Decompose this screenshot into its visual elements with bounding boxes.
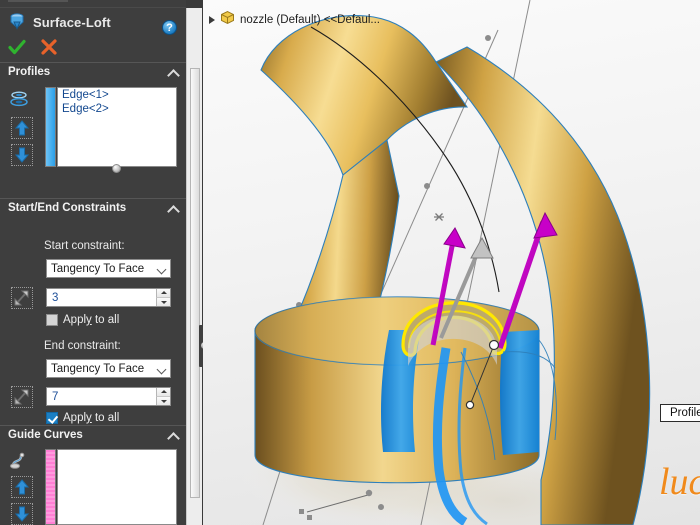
end-tangent-direction-icon[interactable] — [11, 386, 33, 408]
guide-curves-body — [0, 444, 186, 525]
section-guide-curves: Guide Curves — [0, 425, 186, 525]
graphics-viewport[interactable]: nozzle (Default) <<Defaul... Profile luc… — [203, 0, 700, 525]
start-constraint-label: Start constraint: — [44, 240, 125, 252]
start-end-section-header[interactable]: Start/End Constraints — [0, 198, 186, 217]
end-spinner-up[interactable] — [156, 388, 170, 397]
start-tangent-length-value: 3 — [52, 291, 59, 304]
solidworks-window: Surface-Loft ? Profiles Edge<1> Edge<2> … — [0, 0, 700, 525]
profiles-selection-color-bar — [45, 87, 56, 167]
end-constraint-dropdown[interactable]: Tangency To Face — [46, 359, 171, 378]
guide-curve-icon — [8, 450, 30, 472]
end-spinner-buttons[interactable] — [156, 388, 170, 405]
start-spinner-up[interactable] — [156, 289, 170, 298]
profiles-loft-icon — [8, 89, 30, 111]
chevron-up-icon-start-end[interactable] — [167, 202, 180, 215]
profiles-body: Edge<1> Edge<2> — [0, 81, 186, 173]
profiles-listbox[interactable]: Edge<1> Edge<2> — [57, 87, 177, 167]
guide-curves-move-up-button[interactable] — [11, 476, 33, 498]
profiles-move-down-button[interactable] — [11, 144, 33, 166]
start-end-body: Start constraint: Tangency To Face 3 App… — [0, 217, 186, 445]
callout-leader-endpoint — [465, 400, 475, 410]
list-item[interactable]: Edge<1> — [58, 88, 176, 102]
surface-loft-icon — [8, 13, 26, 31]
property-manager-panel: Surface-Loft ? Profiles Edge<1> Edge<2> … — [0, 0, 186, 525]
chevron-down-icon-end-constraint — [154, 360, 170, 377]
start-tangent-direction-icon[interactable] — [11, 287, 33, 309]
guide-curves-selection-color-bar — [45, 449, 56, 525]
section-profiles: Profiles Edge<1> Edge<2> — [0, 62, 186, 173]
cancel-button[interactable] — [40, 38, 58, 56]
profiles-section-header[interactable]: Profiles — [0, 62, 186, 81]
panel-tab-underline — [8, 0, 68, 2]
breadcrumb[interactable]: nozzle (Default) <<Defaul... — [209, 10, 380, 30]
start-tangent-length-spinner[interactable]: 3 — [46, 288, 171, 307]
property-manager-scrollbar[interactable] — [186, 8, 202, 525]
start-constraint-value: Tangency To Face — [51, 262, 145, 275]
guide-curves-move-down-button[interactable] — [11, 503, 33, 525]
end-constraint-value: Tangency To Face — [51, 362, 145, 375]
panel-title: Surface-Loft — [33, 14, 111, 30]
guide-curves-listbox[interactable] — [57, 449, 177, 525]
breadcrumb-label: nozzle (Default) <<Defaul... — [240, 14, 380, 26]
start-constraint-dropdown[interactable]: Tangency To Face — [46, 259, 171, 278]
start-spinner-down[interactable] — [156, 298, 170, 306]
chevron-up-icon-profiles[interactable] — [167, 66, 180, 79]
list-item[interactable]: Edge<2> — [58, 102, 176, 116]
profiles-move-up-button[interactable] — [11, 117, 33, 139]
end-tangent-length-value: 7 — [52, 390, 59, 403]
start-apply-to-all-label: Apply to all — [63, 314, 120, 326]
profiles-resize-grip[interactable] — [112, 164, 121, 173]
start-apply-to-all-row[interactable]: Apply to all — [46, 314, 119, 326]
start-spinner-buttons[interactable] — [156, 289, 170, 306]
model-3d-view — [238, 0, 651, 525]
help-icon[interactable]: ? — [162, 20, 177, 35]
tangency-arrow-left-head — [443, 227, 466, 249]
section-start-end-constraints: Start/End Constraints Start constraint: … — [0, 198, 186, 445]
end-apply-to-all-label: Apply to all — [63, 412, 120, 424]
profile-callout-label: Profile — [670, 407, 700, 419]
guide-curves-section-title: Guide Curves — [8, 429, 83, 441]
chevron-down-icon-start-constraint — [154, 260, 170, 277]
panel-tab-strip — [0, 0, 186, 8]
expand-arrow-icon[interactable] — [209, 16, 215, 24]
start-apply-to-all-checkbox[interactable] — [46, 314, 58, 326]
end-constraint-label: End constraint: — [44, 340, 121, 352]
profile-callout[interactable]: Profile — [660, 404, 700, 422]
part-icon — [220, 10, 235, 30]
end-spinner-down[interactable] — [156, 397, 170, 405]
accept-button[interactable] — [8, 38, 26, 56]
surface-upper-panel — [260, 14, 469, 176]
end-apply-to-all-checkbox[interactable] — [46, 412, 58, 424]
callout-anchor-point — [488, 339, 500, 351]
property-manager-header: Surface-Loft ? — [0, 8, 186, 36]
scrollbar-thumb[interactable] — [190, 68, 200, 498]
end-apply-to-all-row[interactable]: Apply to all — [46, 412, 119, 424]
end-tangent-length-spinner[interactable]: 7 — [46, 387, 171, 406]
start-end-section-title: Start/End Constraints — [8, 202, 127, 214]
chevron-up-icon-guide-curves[interactable] — [167, 429, 180, 442]
ok-cancel-bar — [0, 34, 186, 60]
profiles-section-title: Profiles — [8, 66, 51, 78]
guide-curves-section-header[interactable]: Guide Curves — [0, 425, 186, 444]
